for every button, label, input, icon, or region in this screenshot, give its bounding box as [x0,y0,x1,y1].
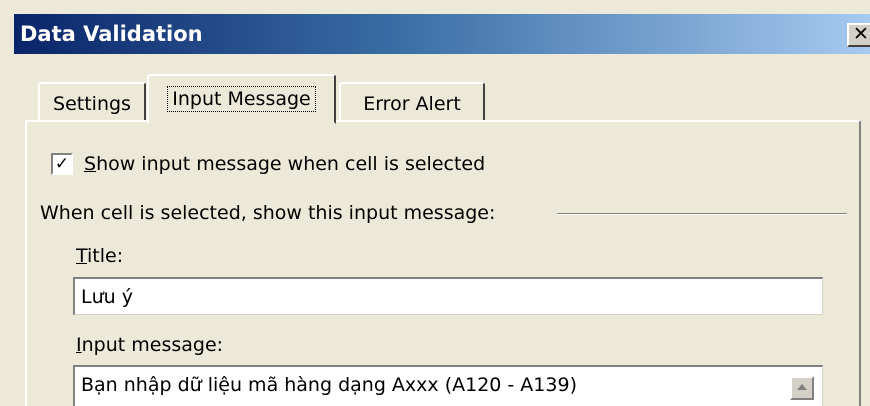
scroll-up-button[interactable] [790,376,814,400]
data-validation-dialog: Data Validation ✕ Settings Input Message… [0,0,870,406]
title-bar[interactable]: Data Validation ✕ [14,14,870,54]
input-message-field-label: Input message: [76,333,223,357]
tab-settings-label: Settings [53,93,131,115]
show-input-message-checkbox[interactable]: ✓ [51,153,73,175]
show-input-message-label[interactable]: Show input message when cell is selected [84,152,485,176]
group-divider [557,213,847,215]
tab-error-alert-label: Error Alert [363,93,461,115]
scroll-up-arrow-icon [797,384,807,390]
tab-settings[interactable]: Settings [38,82,146,120]
show-input-message-mnemonic: S [84,153,97,175]
tab-input-message-label: Input Message [167,86,316,112]
group-label: When cell is selected, show this input m… [40,202,496,224]
tab-input-message[interactable]: Input Message [147,74,336,124]
input-message-field-label-text: nput message: [81,334,224,356]
checkmark-icon: ✓ [54,154,70,174]
window-title: Data Validation [20,22,203,46]
close-button[interactable]: ✕ [847,23,870,47]
title-field-label: Title: [76,244,123,268]
tab-error-alert[interactable]: Error Alert [339,82,485,120]
title-field-label-text: itle: [87,245,124,267]
show-input-message-text: how input message when cell is selected [96,153,486,175]
title-input[interactable]: Lưu ý [73,277,823,315]
input-message-textarea[interactable]: Bạn nhập dữ liệu mã hàng dạng Axxx (A120… [73,365,823,406]
close-icon: ✕ [853,23,869,45]
title-field-mnemonic: T [76,245,88,267]
